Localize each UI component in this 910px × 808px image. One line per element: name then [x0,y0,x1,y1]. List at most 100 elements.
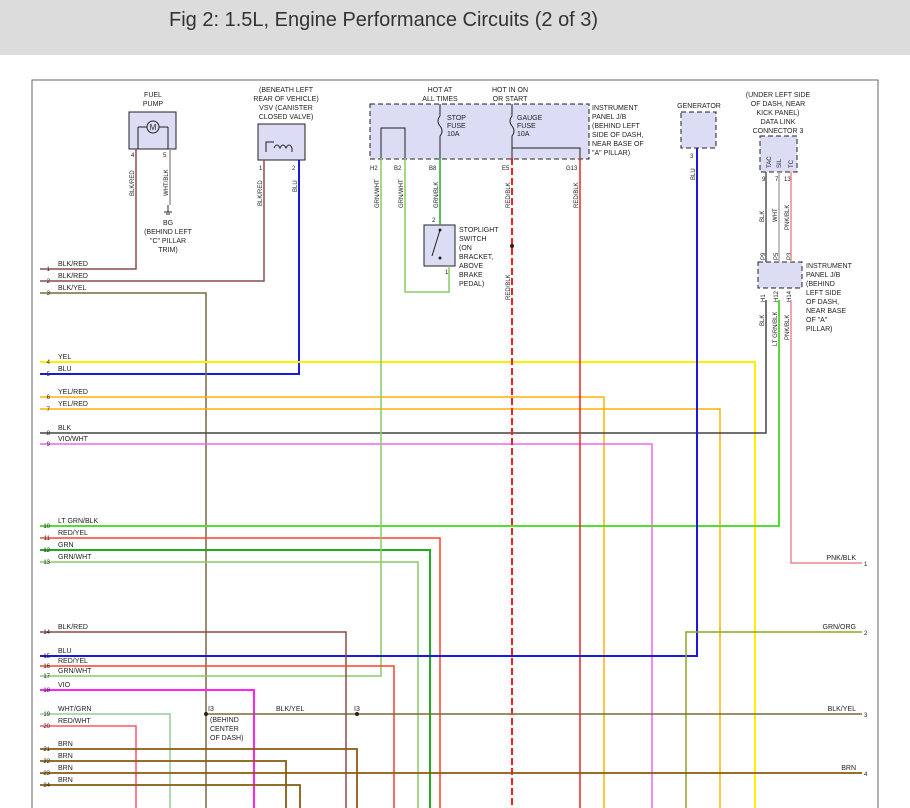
right-wire-number: 4 [864,772,868,778]
fuel-pump-label-2: PUMP [143,101,164,108]
svg-text:OF DASH): OF DASH) [210,735,243,742]
wire-8-blk [40,300,767,434]
svg-text:OF DASH,: OF DASH, [806,299,839,306]
left-wire-label: WHT/GRN [58,706,91,713]
left-wire-label: BLK [58,425,72,432]
svg-text:STOP: STOP [447,115,466,122]
svg-text:GRN/WHT: GRN/WHT [399,179,405,208]
left-wire-label: BLU [58,648,72,655]
svg-text:CLOSED VALVE): CLOSED VALVE) [259,114,314,121]
right-wire-label: BLK/YEL [828,706,857,713]
wire-12-grn [40,549,431,808]
svg-text:GENERATOR: GENERATOR [677,103,721,110]
left-wire-label: RED/YEL [58,530,88,537]
svg-text:KICK PANEL): KICK PANEL) [756,110,799,117]
svg-text:SWITCH: SWITCH [459,236,487,243]
left-wire-number: 22 [43,759,50,765]
left-wire-number: 7 [47,407,51,413]
left-wire-label: BLK/RED [58,624,88,631]
left-wire-number: 6 [47,395,51,401]
fuel-pump: FUEL PUMP M 4 5 [128,92,177,159]
left-wire-label: YEL [58,354,71,361]
ground-bg: BG (BEHIND LEFT "C" PILLAR TRIM) [144,205,193,254]
svg-text:OF DASH, NEAR: OF DASH, NEAR [751,101,805,108]
left-wire-number: 11 [44,536,51,542]
svg-text:RED/BLK: RED/BLK [574,182,580,208]
generator: GENERATOR 3 [677,103,721,160]
data-link-connector: (UNDER LEFT SIDE OF DASH, NEAR KICK PANE… [746,92,811,183]
wire-grn-org [685,631,862,808]
svg-text:HOT AT: HOT AT [428,87,453,94]
svg-text:H14: H14 [787,290,793,302]
right-wire-label: PNK/BLK [826,555,856,562]
connector-dot [510,244,514,248]
svg-text:CONNECTOR 3: CONNECTOR 3 [753,128,804,135]
svg-text:HOT IN ON: HOT IN ON [492,87,528,94]
svg-text:1: 1 [259,166,263,172]
left-wire-label: YEL/RED [58,401,88,408]
right-wire-number: 3 [864,713,868,719]
svg-text:P3: P3 [787,252,793,260]
fuel-pump-label-1: FUEL [144,92,162,99]
left-wire-number: 14 [43,630,50,636]
svg-text:(BEHIND LEFT: (BEHIND LEFT [144,229,193,236]
svg-text:GAUGE: GAUGE [517,115,543,122]
svg-text:H2: H2 [370,166,378,172]
motor-symbol: M [150,123,157,132]
svg-text:(BENEATH LEFT: (BENEATH LEFT [259,87,314,94]
svg-text:PNK/BLK: PNK/BLK [785,205,791,230]
svg-text:BG: BG [163,220,173,227]
svg-text:BLU: BLU [691,168,697,180]
left-wire-label: GRN [58,542,74,549]
svg-text:BRAKE: BRAKE [459,272,483,279]
right-wire-labels: 1 PNK/BLK 2 GRN/ORG 3 BLK/YEL 4 BRN [823,555,868,778]
splice-i3-label: I3 [208,706,214,713]
svg-text:NEAR BASE OF: NEAR BASE OF [592,141,644,148]
left-wire-number: 18 [43,688,50,694]
svg-text:WHT/BLK: WHT/BLK [164,169,170,196]
wire-fp-blk-red [40,149,137,270]
svg-text:13: 13 [784,177,791,183]
left-wire-number: 19 [43,712,50,718]
svg-text:ABOVE: ABOVE [459,263,483,270]
left-wire-label: BLK/RED [58,261,88,268]
fuel-pump-pin-4: 4 [131,153,135,159]
svg-text:FUSE: FUSE [447,123,466,130]
svg-text:TC: TC [789,159,795,168]
left-wire-number: 21 [43,747,50,753]
svg-text:STOPLIGHT: STOPLIGHT [459,227,499,234]
svg-text:G13: G13 [566,166,578,172]
left-wire-label: BRN [58,741,73,748]
svg-text:2: 2 [432,218,436,224]
svg-text:PANEL J/B: PANEL J/B [806,272,841,279]
svg-text:LT GRN/BLK: LT GRN/BLK [773,312,779,346]
svg-text:B2: B2 [394,166,402,172]
svg-text:B8: B8 [429,166,437,172]
svg-text:BLK/RED: BLK/RED [258,180,264,206]
svg-text:PNK/BLK: PNK/BLK [785,315,791,340]
left-wire-label: BRN [58,765,73,772]
svg-text:FUSE: FUSE [517,123,536,130]
wire-13-grn-wht [40,561,419,808]
svg-text:INSTRUMENT: INSTRUMENT [592,105,639,112]
svg-text:REAR OF VEHICLE): REAR OF VEHICLE) [253,96,318,103]
left-wire-number: 15 [43,654,50,660]
wire-11-red-yel [40,537,441,808]
svg-text:GRN/WHT: GRN/WHT [375,179,381,208]
svg-text:NEAR BASE: NEAR BASE [806,308,846,315]
wire-20-red-wht [40,725,137,808]
left-wire-label: RED/WHT [58,718,91,725]
left-wire-label: RED/YEL [58,658,88,665]
svg-text:CENTER: CENTER [210,726,239,733]
left-wire-number: 24 [43,783,50,789]
svg-text:3: 3 [690,154,694,160]
svg-text:ALL TIMES: ALL TIMES [422,96,458,103]
wire-h2-grn-wht [40,158,382,677]
wire-21-brn [40,748,358,808]
stoplight-switch: 2 1 STOPLIGHT SWITCH (ON BRACKET, ABOVE … [423,218,499,288]
wire-label-blk-yel-mid: BLK/YEL [276,706,305,713]
svg-text:BRACKET,: BRACKET, [459,254,493,261]
left-wire-label: VIO/WHT [58,436,89,443]
svg-text:(BEHIND: (BEHIND [210,717,239,724]
wire-10-lt-grn-blk [40,300,780,527]
